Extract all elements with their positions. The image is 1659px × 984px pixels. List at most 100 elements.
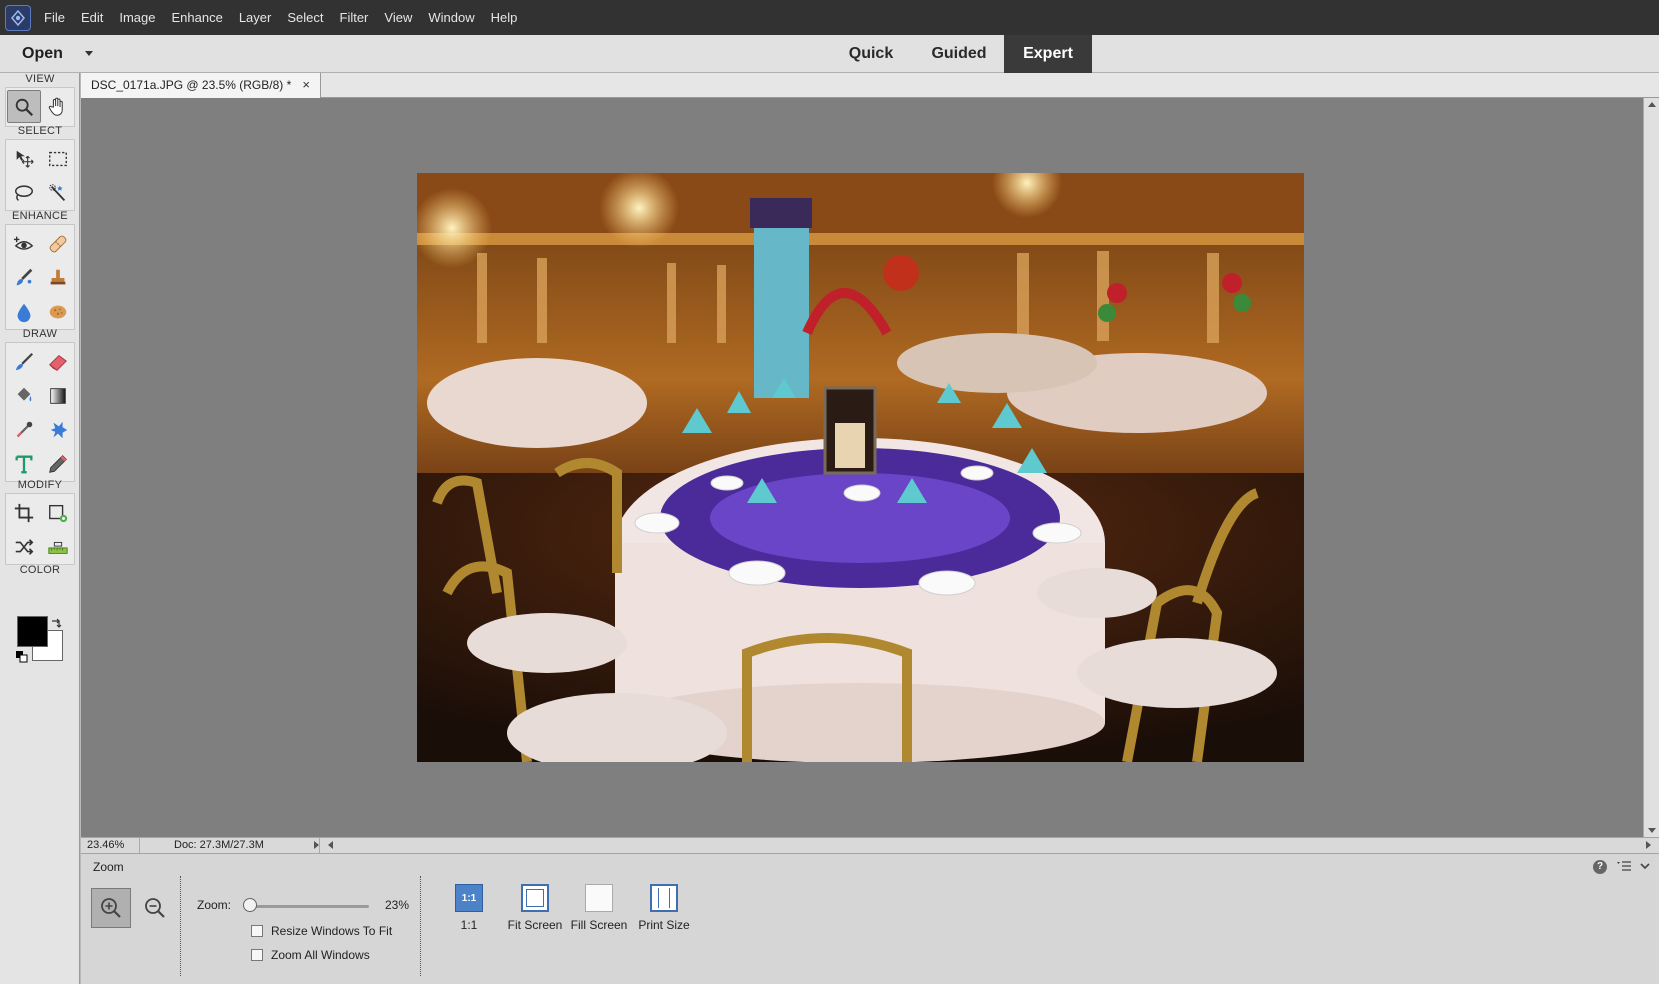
- tool-options-title: Zoom: [93, 860, 124, 874]
- paint-bucket-icon: [17, 387, 32, 401]
- zoom-in-button[interactable]: [91, 888, 131, 928]
- menu-layer[interactable]: Layer: [231, 0, 280, 35]
- vertical-scrollbar[interactable]: [1643, 98, 1659, 837]
- hand-tool[interactable]: [41, 90, 75, 123]
- clone-stamp-icon: [50, 269, 66, 284]
- zoom-all-windows-option[interactable]: Zoom All Windows: [251, 948, 370, 962]
- straighten-tool[interactable]: [41, 530, 75, 563]
- view-tools: [5, 87, 75, 127]
- zoom-all-windows-checkbox[interactable]: [251, 949, 263, 961]
- fill-screen-button[interactable]: Fill Screen: [569, 884, 629, 932]
- tab-guided[interactable]: Guided: [912, 35, 1006, 73]
- zoom-slider-track[interactable]: [248, 905, 369, 908]
- document-tab-bar: DSC_0171a.JPG @ 23.5% (RGB/8) * ×: [81, 73, 1659, 98]
- resize-windows-checkbox[interactable]: [251, 925, 263, 937]
- crop-tool[interactable]: [7, 496, 41, 529]
- quick-selection-tool[interactable]: [41, 176, 75, 209]
- document-tab-title: DSC_0171a.JPG @ 23.5% (RGB/8) *: [91, 78, 292, 92]
- document-tab[interactable]: DSC_0171a.JPG @ 23.5% (RGB/8) * ×: [81, 73, 321, 98]
- open-button[interactable]: Open: [22, 35, 63, 73]
- content-aware-move-tool[interactable]: [7, 530, 41, 563]
- fit-screen-button[interactable]: Fit Screen: [505, 884, 565, 932]
- zoom-value[interactable]: 23%: [385, 898, 409, 912]
- type-tool[interactable]: [7, 447, 41, 480]
- brush-tool[interactable]: [7, 345, 41, 378]
- type-icon: [15, 455, 33, 473]
- gradient-tool[interactable]: [41, 379, 75, 412]
- move-tool[interactable]: [7, 142, 41, 175]
- fill-screen-label: Fill Screen: [570, 918, 628, 932]
- quick-selection-icon: [49, 183, 66, 201]
- zoom-icon: [15, 98, 34, 116]
- default-colors-icon[interactable]: [16, 651, 28, 663]
- menu-help[interactable]: Help: [483, 0, 526, 35]
- section-draw-title: DRAW: [22, 328, 58, 340]
- menu-select[interactable]: Select: [279, 0, 331, 35]
- blur-tool[interactable]: [7, 295, 41, 328]
- red-eye-icon: [13, 236, 34, 250]
- help-icon[interactable]: ?: [1593, 860, 1607, 874]
- eraser-tool[interactable]: [41, 345, 75, 378]
- menu-image[interactable]: Image: [111, 0, 163, 35]
- resize-windows-label: Resize Windows To Fit: [271, 924, 393, 938]
- status-menu-arrow-icon[interactable]: [314, 841, 319, 849]
- actual-pixels-icon: 1:1: [455, 884, 483, 912]
- app-logo: [0, 0, 36, 35]
- scroll-left-icon[interactable]: [328, 841, 333, 849]
- sponge-icon: [49, 305, 67, 318]
- hand-icon: [48, 97, 63, 116]
- red-eye-tool[interactable]: [7, 227, 41, 260]
- pencil-tool[interactable]: [41, 447, 75, 480]
- scroll-right-icon[interactable]: [1646, 841, 1651, 849]
- smart-brush-tool[interactable]: [7, 261, 41, 294]
- lasso-tool[interactable]: [7, 176, 41, 209]
- tool-options-panel: Zoom Zoom: 23% Resize Windows To Fit Zoo…: [81, 853, 1659, 984]
- menu-view[interactable]: View: [376, 0, 420, 35]
- foreground-color-swatch[interactable]: [17, 616, 48, 647]
- eyedropper-tool[interactable]: [7, 413, 41, 446]
- menu-edit[interactable]: Edit: [73, 0, 111, 35]
- close-icon[interactable]: ×: [302, 73, 310, 97]
- tab-quick[interactable]: Quick: [830, 35, 912, 73]
- zoom-tool[interactable]: [7, 90, 41, 123]
- zoom-readout[interactable]: 23.46%: [81, 838, 140, 853]
- marquee-tool[interactable]: [41, 142, 75, 175]
- clone-stamp-tool[interactable]: [41, 261, 75, 294]
- fill-screen-icon: [585, 884, 613, 912]
- menu-filter[interactable]: Filter: [332, 0, 377, 35]
- actual-pixels-button[interactable]: 1:1 1:1: [439, 884, 499, 932]
- paint-bucket-tool[interactable]: [7, 379, 41, 412]
- zoom-out-button[interactable]: [135, 888, 175, 928]
- zoom-out-icon: [145, 898, 165, 918]
- section-view-title: VIEW: [25, 73, 55, 85]
- scroll-up-icon[interactable]: [1648, 102, 1656, 107]
- fit-screen-label: Fit Screen: [507, 918, 563, 932]
- sponge-tool[interactable]: [41, 295, 75, 328]
- zoom-in-icon: [101, 898, 121, 918]
- open-dropdown-arrow-icon[interactable]: [85, 51, 93, 56]
- recompose-icon: [49, 504, 68, 522]
- spot-healing-tool[interactable]: [41, 227, 75, 260]
- document-image[interactable]: [417, 173, 1304, 762]
- tab-expert[interactable]: Expert: [1004, 35, 1092, 73]
- menu-enhance[interactable]: Enhance: [164, 0, 231, 35]
- panel-menu-icon[interactable]: [1617, 860, 1631, 875]
- enhance-tools: [5, 224, 75, 330]
- actual-pixels-label: 1:1: [460, 918, 478, 932]
- chevron-down-icon[interactable]: [1639, 860, 1651, 875]
- crop-icon: [14, 503, 34, 522]
- elements-logo-icon: [5, 4, 31, 31]
- brush-icon: [15, 352, 34, 370]
- resize-windows-option[interactable]: Resize Windows To Fit: [251, 924, 392, 938]
- print-size-label: Print Size: [638, 918, 690, 932]
- menu-file[interactable]: File: [36, 0, 73, 35]
- zoom-slider-handle[interactable]: [243, 898, 258, 912]
- recompose-tool[interactable]: [41, 496, 75, 529]
- zoom-all-windows-label: Zoom All Windows: [271, 948, 370, 962]
- menu-bar: File Edit Image Enhance Layer Select Fil…: [0, 0, 1659, 35]
- custom-shape-tool[interactable]: [41, 413, 75, 446]
- scroll-down-icon[interactable]: [1648, 828, 1656, 833]
- print-size-button[interactable]: Print Size: [634, 884, 694, 932]
- spot-healing-icon: [49, 235, 67, 252]
- menu-window[interactable]: Window: [420, 0, 482, 35]
